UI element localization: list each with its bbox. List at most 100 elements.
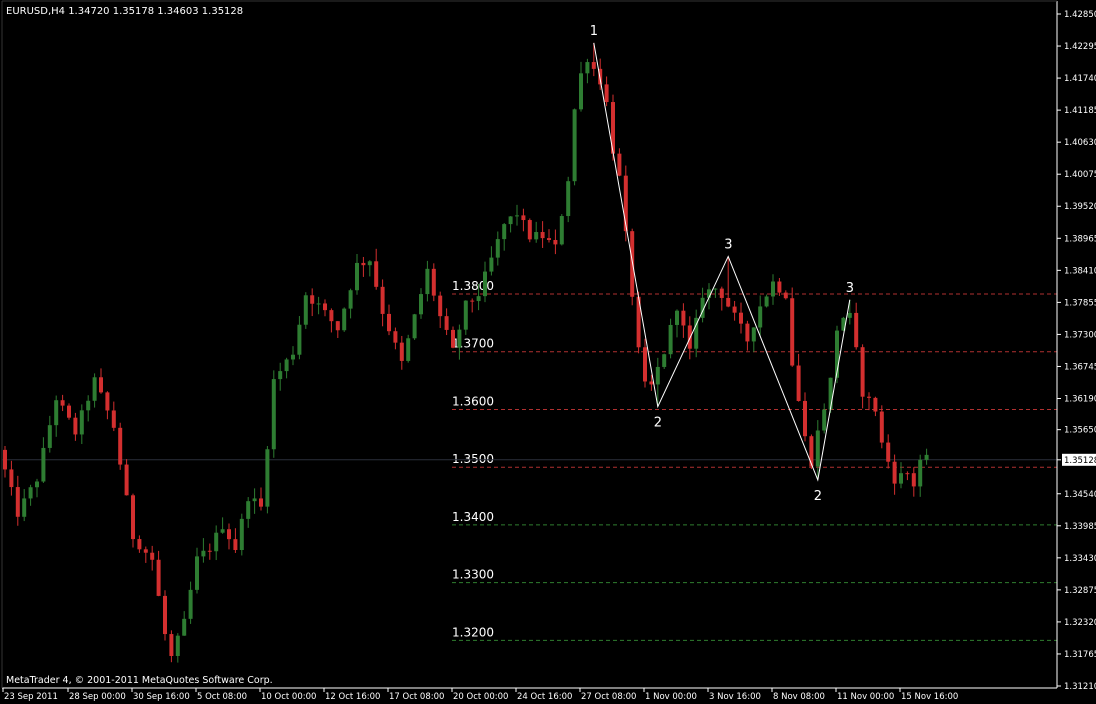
candle-body <box>847 312 852 318</box>
candle-body <box>195 556 199 590</box>
candle-body <box>553 239 558 245</box>
candle-body <box>399 342 404 361</box>
candle-body <box>527 220 532 240</box>
level-label: 1.3600 <box>452 394 494 408</box>
candle-body <box>886 442 891 462</box>
copyright-text: MetaTrader 4, © 2001-2011 MetaQuotes Sof… <box>6 675 273 686</box>
candle-body <box>163 595 167 635</box>
y-tick-label: 1.31765 <box>1064 650 1096 660</box>
x-tick-label: 11 Nov 00:00 <box>837 692 894 702</box>
candle-body <box>476 296 481 302</box>
candle-body <box>649 381 654 385</box>
candle-body <box>348 290 353 309</box>
x-tick-label: 3 Nov 16:00 <box>709 692 761 702</box>
candle-body <box>310 295 315 304</box>
y-tick-label: 1.32320 <box>1064 618 1096 628</box>
candle-body <box>355 262 359 291</box>
level-label: 1.3500 <box>452 452 494 466</box>
candle-body <box>758 306 763 328</box>
candle-body <box>220 529 225 533</box>
candle-body <box>201 550 206 557</box>
candle-body <box>911 473 916 487</box>
candle-body <box>803 400 807 437</box>
y-tick-label: 1.34540 <box>1064 490 1096 500</box>
candle-body <box>521 215 526 221</box>
candle-body <box>559 216 564 245</box>
candle-body <box>252 498 257 502</box>
candle-body <box>150 552 155 560</box>
candle-body <box>207 550 212 552</box>
candle-body <box>892 461 897 484</box>
candle-body <box>899 473 903 484</box>
symbol-info: EURUSD,H4 1.34720 1.35178 1.34603 1.3512… <box>6 6 243 17</box>
level-label: 1.3300 <box>452 568 494 582</box>
candle-body <box>451 329 455 348</box>
wave-label: 3 <box>724 237 732 252</box>
candle-body <box>227 529 231 540</box>
current-price-label: 1.35128 <box>1064 456 1096 466</box>
candle-body <box>739 312 743 324</box>
wave-label: 2 <box>654 416 662 431</box>
x-tick-label: 15 Nov 16:00 <box>901 692 958 702</box>
candle-body <box>585 62 590 74</box>
candle-body <box>67 405 71 418</box>
price-chart[interactable]: 1.38001.37001.36001.35001.34001.33001.32… <box>0 0 1096 704</box>
candle-body <box>854 312 859 348</box>
candle-body <box>92 377 97 401</box>
candle-body <box>495 239 500 258</box>
candle-body <box>828 377 833 410</box>
candle-body <box>822 409 827 431</box>
candle-body <box>54 400 59 426</box>
candle-body <box>547 238 551 240</box>
candle-body <box>783 292 788 299</box>
candle-body <box>719 288 724 298</box>
y-tick-label: 1.36190 <box>1064 394 1096 404</box>
candle-body <box>79 410 84 435</box>
candle-body <box>412 314 417 339</box>
y-tick-label: 1.42295 <box>1064 42 1096 52</box>
candle-body <box>815 430 820 467</box>
candle-body <box>591 62 596 69</box>
candle-body <box>156 559 161 596</box>
candle-body <box>643 347 647 382</box>
y-tick-label: 1.38965 <box>1064 234 1096 244</box>
candle-body <box>572 109 577 182</box>
candle-body <box>188 589 193 619</box>
candle-body <box>745 323 750 342</box>
candle-body <box>918 459 923 487</box>
candle-body <box>86 400 91 411</box>
candle-body <box>111 410 116 428</box>
candle-body <box>579 73 583 110</box>
candle-body <box>425 268 430 295</box>
x-tick-label: 20 Oct 00:00 <box>453 692 508 702</box>
candle-body <box>265 449 270 507</box>
candle-body <box>457 329 462 348</box>
level-label: 1.3400 <box>452 510 494 524</box>
y-tick-label: 1.39520 <box>1064 202 1096 212</box>
candle-body <box>361 262 366 266</box>
candle-body <box>60 400 65 406</box>
candle-body <box>751 327 756 342</box>
candle-body <box>687 325 692 349</box>
candle-body <box>246 501 251 519</box>
candle-body <box>22 498 27 517</box>
candle-body <box>796 365 801 401</box>
x-tick-label: 28 Sep 00:00 <box>69 692 126 702</box>
x-tick-label: 24 Oct 16:00 <box>517 692 572 702</box>
candle-body <box>790 298 795 366</box>
candle-body <box>566 181 571 217</box>
wave-label: 1 <box>590 24 598 39</box>
candle-body <box>879 411 884 443</box>
candle-body <box>28 487 33 499</box>
x-tick-label: 5 Oct 08:00 <box>197 692 247 702</box>
x-tick-label: 30 Sep 16:00 <box>133 692 190 702</box>
candle-body <box>15 487 20 517</box>
candle-body <box>809 436 814 467</box>
candle-body <box>387 313 391 332</box>
candle-body <box>233 539 238 550</box>
candle-body <box>924 454 929 460</box>
x-tick-label: 23 Sep 2011 <box>4 692 58 702</box>
candle-body <box>169 634 174 657</box>
y-tick-label: 1.35650 <box>1064 426 1096 436</box>
candle-body <box>764 296 769 307</box>
